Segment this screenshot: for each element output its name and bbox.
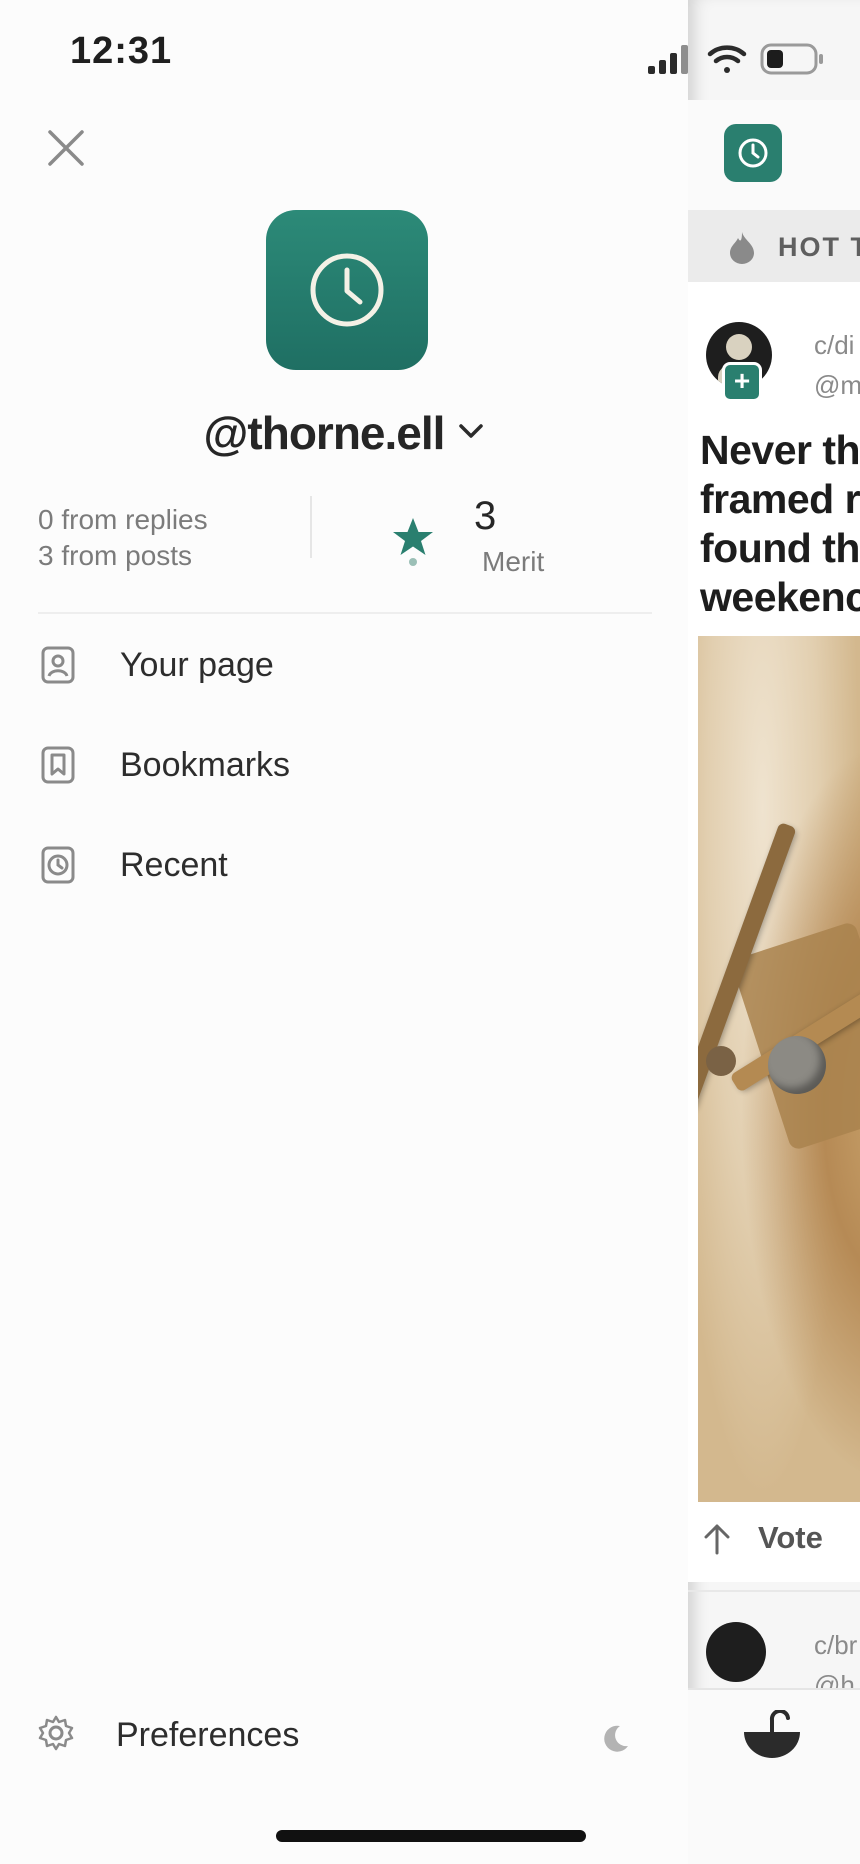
menu-item-your-page[interactable]: Your page (38, 630, 638, 700)
status-time: 12:31 (70, 30, 173, 72)
merit-value: 3 (474, 494, 497, 538)
bookmark-icon (38, 745, 78, 785)
post-title-line: Never th (700, 427, 860, 473)
status-icons (644, 40, 826, 80)
feed-panel: HOT T + c/di @m Never th framed r found … (688, 0, 860, 1864)
app-logo-icon[interactable] (724, 124, 782, 182)
signal-icon (648, 45, 688, 74)
wifi-icon (707, 45, 747, 73)
chevron-down-icon (458, 422, 484, 445)
post-community[interactable]: c/di (814, 330, 854, 361)
menu-item-label: Bookmarks (120, 745, 291, 784)
menu-item-preferences[interactable]: Preferences (38, 1700, 638, 1770)
preferences-label: Preferences (116, 1715, 300, 1754)
moon-icon[interactable] (600, 1724, 630, 1759)
account-switcher[interactable]: @thorne.ell (0, 406, 688, 460)
merit-from-posts: 3 from posts (38, 540, 193, 571)
post-divider (688, 1590, 860, 1592)
post-title-line: framed r (700, 476, 860, 522)
menu-item-recent[interactable]: Recent (38, 830, 638, 900)
sort-label[interactable]: HOT T (778, 232, 860, 263)
gear-icon (38, 1715, 74, 1756)
battery-icon (760, 43, 823, 75)
menu-item-bookmarks[interactable]: Bookmarks (38, 730, 638, 800)
side-drawer: @thorne.ell 0 from replies 3 from posts … (0, 0, 688, 1864)
username: @thorne.ell (203, 407, 446, 459)
post-image[interactable] (698, 636, 860, 1502)
post-avatar[interactable] (706, 1622, 766, 1682)
follow-plus-button[interactable]: + (722, 362, 762, 402)
upvote-arrow-icon[interactable] (702, 1522, 732, 1561)
clock-icon (310, 253, 384, 327)
home-indicator[interactable] (276, 1830, 586, 1842)
flame-icon (728, 230, 756, 269)
merit-label: Merit (482, 546, 545, 577)
post-title-line: found th (700, 525, 860, 571)
merit-from-replies: 0 from replies (38, 504, 208, 535)
vote-button[interactable]: Vote (758, 1520, 823, 1556)
menu-item-label: Your page (120, 645, 274, 684)
menu-item-label: Recent (120, 845, 228, 884)
stats-divider (310, 496, 312, 558)
user-page-icon (38, 645, 78, 685)
close-icon[interactable] (44, 126, 88, 170)
post-author[interactable]: @m (814, 370, 860, 401)
merit-breakdown: 0 from replies 3 from posts (38, 502, 208, 574)
profile-avatar[interactable] (266, 210, 428, 370)
post-community[interactable]: c/br (814, 1630, 857, 1661)
post-title[interactable]: Never th framed r found th weekenc (700, 426, 860, 622)
bowl-icon[interactable] (742, 1708, 802, 1767)
drawer-divider (38, 612, 652, 614)
clock-icon (38, 845, 78, 885)
post-title-line: weekenc (700, 574, 860, 620)
star-icon (390, 516, 436, 573)
